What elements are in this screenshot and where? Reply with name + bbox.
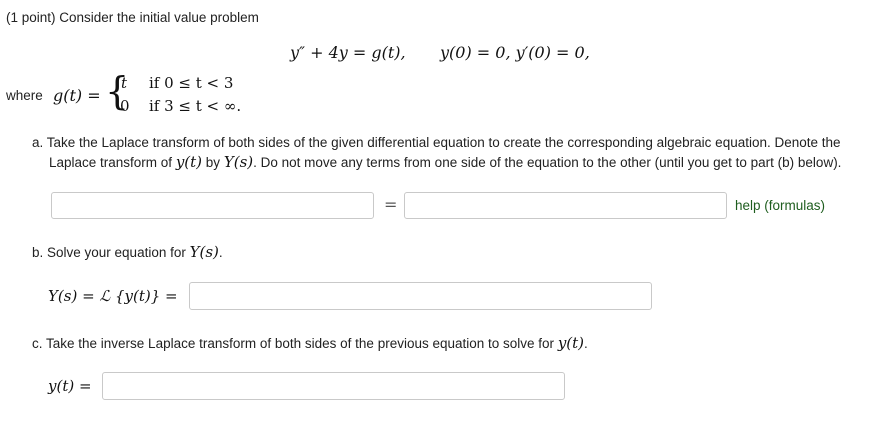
- part-b-input[interactable]: [189, 282, 652, 310]
- part-a-text-pre: Laplace transform of: [49, 155, 176, 170]
- piece1-condition: if 0 ≤ t < 3: [149, 74, 234, 92]
- piece1-value: t: [121, 74, 128, 92]
- part-b-text-pre: b. Solve your equation for: [32, 245, 190, 260]
- part-b-Y-of-s: Y(s): [189, 243, 219, 261]
- part-a-text-mid: by: [202, 155, 224, 170]
- part-c-text-post: .: [584, 336, 588, 351]
- where-label: where: [6, 88, 43, 103]
- piece2-value: 0: [120, 97, 130, 115]
- ode-equation: y″ + 4y = g(t),: [290, 43, 406, 62]
- part-c-input[interactable]: [102, 372, 565, 400]
- part-a-Y-of-s: Y(s): [223, 153, 254, 171]
- part-b-text-post: .: [218, 245, 223, 260]
- part-a-y-of-t: y(t): [175, 153, 203, 171]
- part-a-text-post: . Do not move any terms from one side of…: [253, 155, 842, 170]
- part-c-y-of-t: y(t): [557, 334, 585, 352]
- part-a-text-line2: Laplace transform of y(t) by Y(s). Do no…: [49, 153, 841, 171]
- help-formulas-link[interactable]: help (formulas): [735, 198, 825, 213]
- part-a-text-line1: a. Take the Laplace transform of both si…: [32, 135, 841, 150]
- g-of-t-lhs: g(t) =: [53, 86, 101, 105]
- initial-conditions: y(0) = 0, y′(0) = 0,: [440, 43, 590, 62]
- part-b-text: b. Solve your equation for Y(s).: [32, 243, 223, 261]
- part-a-left-input[interactable]: [51, 192, 374, 219]
- problem-intro: (1 point) Consider the initial value pro…: [6, 10, 259, 25]
- part-b-lhs: Y(s) = ℒ {y(t)} =: [48, 287, 178, 305]
- part-a-equals-sign: =: [384, 195, 398, 214]
- part-c-text: c. Take the inverse Laplace transform of…: [32, 334, 588, 352]
- part-c-lhs: y(t) =: [48, 377, 92, 395]
- piece2-condition: if 3 ≤ t < ∞.: [149, 97, 242, 115]
- part-a-right-input[interactable]: [404, 192, 727, 219]
- part-c-text-pre: c. Take the inverse Laplace transform of…: [32, 336, 558, 351]
